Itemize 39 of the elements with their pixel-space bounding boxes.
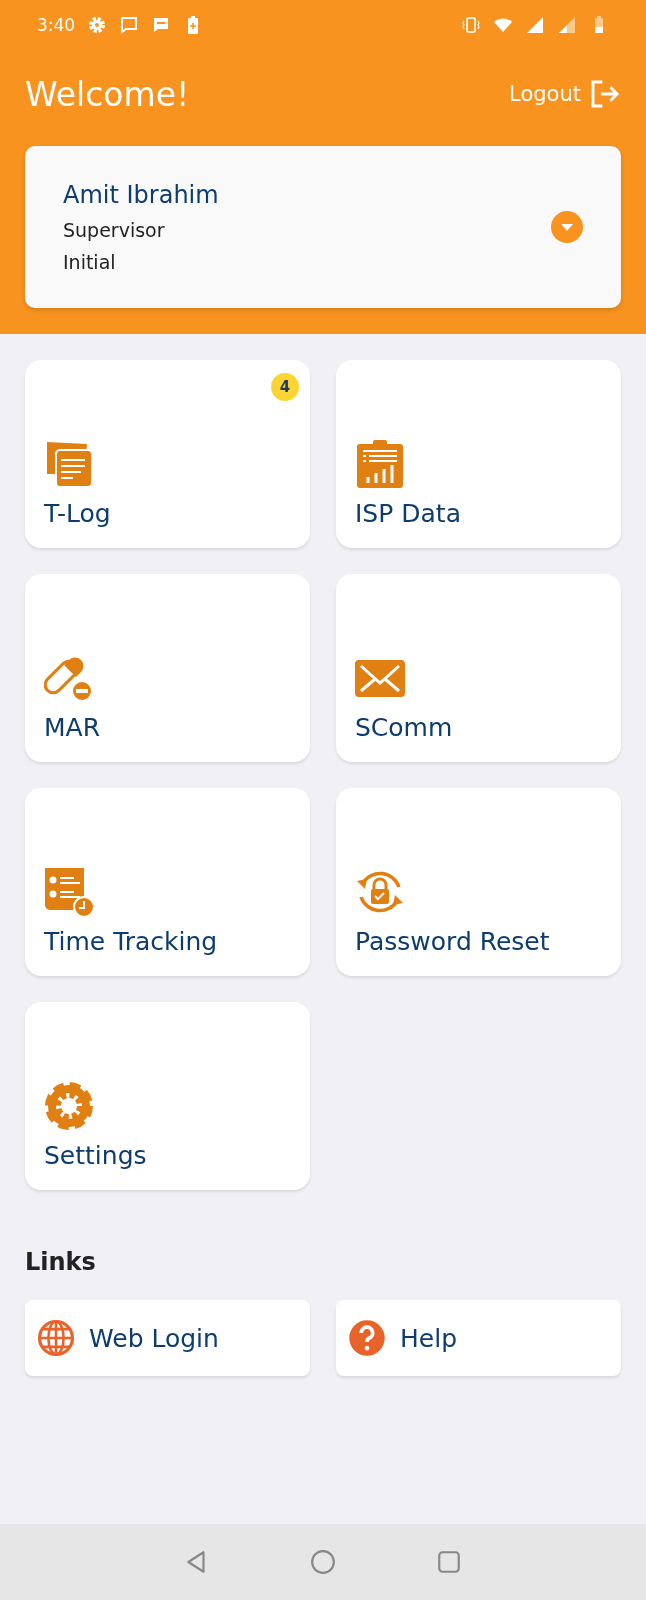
signal-icon bbox=[557, 15, 577, 35]
clipboard-chart-icon bbox=[355, 439, 405, 489]
tile-label: Password Reset bbox=[355, 927, 550, 956]
menu-tile[interactable]: MAR bbox=[25, 574, 310, 762]
menu-tile[interactable]: ISP Data bbox=[336, 360, 621, 548]
help-icon bbox=[348, 1319, 386, 1357]
dropdown-icon[interactable] bbox=[551, 211, 583, 243]
user-card[interactable]: Amit Ibrahim Supervisor Initial bbox=[25, 146, 621, 308]
menu-tile[interactable]: Password Reset bbox=[336, 788, 621, 976]
menu-tile[interactable]: Settings bbox=[25, 1002, 310, 1190]
tile-label: ISP Data bbox=[355, 499, 461, 528]
logout-icon bbox=[589, 78, 621, 110]
globe-icon bbox=[37, 1319, 75, 1357]
tile-label: Settings bbox=[44, 1141, 147, 1170]
user-name: Amit Ibrahim bbox=[63, 181, 220, 209]
vibrate-icon bbox=[461, 15, 481, 35]
recents-icon[interactable] bbox=[436, 1549, 462, 1575]
timesheet-icon bbox=[44, 867, 94, 917]
tile-label: MAR bbox=[44, 713, 101, 742]
gear-icon bbox=[87, 15, 108, 35]
links-heading: Links bbox=[25, 1248, 96, 1276]
welcome-title: Welcome! bbox=[25, 74, 190, 114]
menu-tile[interactable]: Time Tracking bbox=[25, 788, 310, 976]
tile-label: Time Tracking bbox=[44, 927, 218, 956]
status-time: 3:40 bbox=[37, 15, 76, 35]
notes-icon bbox=[44, 439, 94, 489]
user-role: Supervisor bbox=[63, 219, 166, 241]
settings-icon bbox=[44, 1081, 94, 1131]
link-button[interactable]: Help bbox=[336, 1300, 621, 1376]
menu-tile[interactable]: 4 T-Log bbox=[25, 360, 310, 548]
count-badge: 4 bbox=[271, 373, 299, 401]
home-icon[interactable] bbox=[310, 1549, 336, 1575]
signal-icon bbox=[525, 15, 545, 35]
link-button[interactable]: Web Login bbox=[25, 1300, 310, 1376]
message-icon bbox=[119, 15, 140, 35]
user-status: Initial bbox=[63, 251, 117, 273]
menu-tile[interactable]: SComm bbox=[336, 574, 621, 762]
tile-label: T-Log bbox=[44, 499, 111, 528]
tile-label: SComm bbox=[355, 713, 453, 742]
